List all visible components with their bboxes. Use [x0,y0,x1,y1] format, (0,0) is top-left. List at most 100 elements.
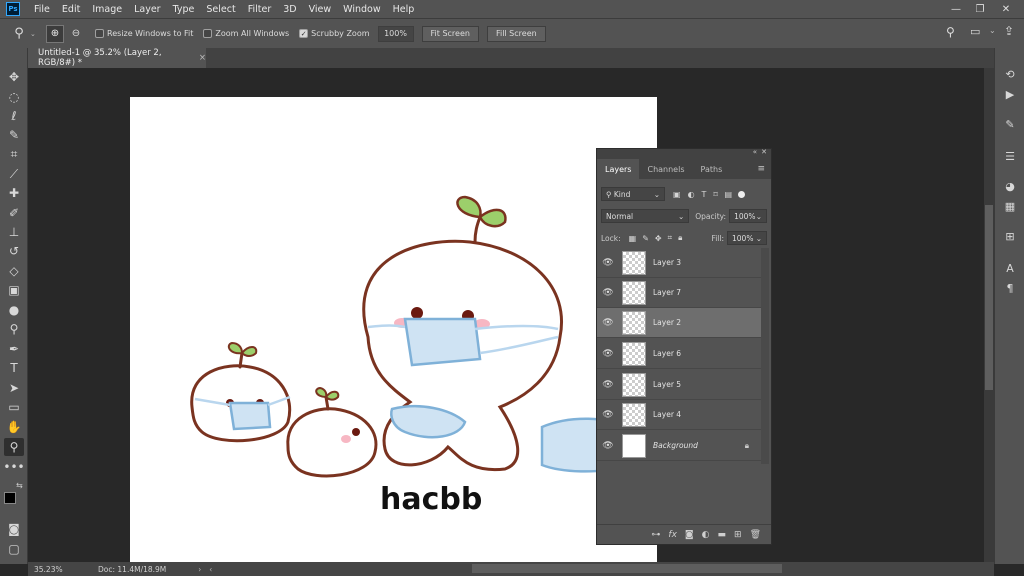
layer-row-layer-4[interactable]: 👁︎ Layer 4 [597,400,761,430]
brush-settings-icon[interactable]: ✎ [1001,116,1019,132]
filter-toggle-icon[interactable] [738,190,746,198]
rectangle-tool-icon[interactable]: ▭ [4,398,24,416]
collapse-panel-icon[interactable]: « [753,148,757,156]
dodge-tool-icon[interactable]: ⚲ [4,320,24,338]
fit-screen-button[interactable]: Fit Screen [421,25,479,42]
lock-image-icon[interactable]: ✎ [642,234,649,243]
lock-transparent-icon[interactable]: ▦ [629,234,637,243]
vertical-scroll-thumb[interactable] [985,205,993,390]
layers-scrollbar[interactable] [761,248,769,464]
menu-type[interactable]: Type [167,4,201,15]
menu-view[interactable]: View [303,4,338,15]
menu-3d[interactable]: 3D [277,4,302,15]
layer-row-layer-5[interactable]: 👁︎ Layer 5 [597,370,761,400]
lock-artboard-icon[interactable]: ⌗ [668,233,673,243]
move-tool-icon[interactable]: ✥ [4,68,24,86]
lock-position-icon[interactable]: ✥ [655,234,662,243]
layer-row-layer-6[interactable]: 👁︎ Layer 6 [597,339,761,369]
type-filter-icon[interactable]: T [702,190,707,199]
quick-selection-tool-icon[interactable]: ✎ [4,126,24,144]
resize-windows-checkbox[interactable] [95,29,104,38]
visibility-eye-icon[interactable]: 👁︎ [597,318,619,328]
history-brush-tool-icon[interactable]: ↺ [4,242,24,260]
layer-row-layer-2[interactable]: 👁︎ Layer 2 [597,308,761,338]
zoom-in-icon[interactable]: ⊕ [46,24,64,43]
menu-file[interactable]: File [28,4,56,15]
menu-select[interactable]: Select [200,4,241,15]
fill-field[interactable]: 100% ⌄ [727,231,767,245]
screen-mode-icon[interactable]: ▢ [4,540,24,558]
zoom-tool-preset-icon[interactable]: ⚲ [8,26,30,41]
smart-object-filter-icon[interactable]: ▤ [725,190,733,199]
scrubby-zoom-option[interactable]: ✓ Scrubby Zoom [299,29,370,38]
kind-filter-select[interactable]: ⚲ Kind ⌄ [601,187,665,201]
brush-tool-icon[interactable]: ✐ [4,204,24,222]
status-arrow-icon[interactable]: › [198,565,201,574]
status-zoom[interactable]: 35.23% [34,565,74,574]
visibility-eye-icon[interactable]: 👁︎ [597,288,619,298]
healing-brush-tool-icon[interactable]: ✚ [4,184,24,202]
link-layers-icon[interactable]: ⊶ [651,530,660,540]
crop-tool-icon[interactable]: ⌗ [4,145,24,163]
gradient-tool-icon[interactable]: ▣ [4,281,24,299]
visibility-eye-icon[interactable]: 👁︎ [597,441,619,451]
pixel-filter-icon[interactable]: ▣ [673,190,681,199]
workspace-chevron-icon[interactable]: ⌄ [989,26,996,35]
clone-stamp-tool-icon[interactable]: ⊥ [4,223,24,241]
menu-window[interactable]: Window [337,4,386,15]
panel-menu-icon[interactable]: ≡ [757,159,765,179]
lock-all-icon[interactable]: 🔒︎ [678,233,682,243]
more-tools-icon[interactable]: ••• [3,458,24,476]
tab-channels[interactable]: Channels [639,159,692,179]
opacity-field[interactable]: 100% ⌄ [729,209,767,223]
add-mask-icon[interactable]: ◙ [685,530,694,540]
actions-panel-icon[interactable]: ▶ [1001,86,1019,102]
type-tool-icon[interactable]: T [4,359,24,377]
shape-filter-icon[interactable]: ⌑ [713,190,717,199]
marquee-tool-icon[interactable]: ◌ [4,88,24,106]
close-panel-icon[interactable]: ✕ [761,148,767,156]
foreground-color-swatch[interactable] [4,492,16,504]
eyedropper-tool-icon[interactable]: ⟋ [4,165,24,183]
hand-tool-icon[interactable]: ✋ [4,418,24,436]
history-panel-icon[interactable]: ⟲ [1001,66,1019,82]
fill-screen-button[interactable]: Fill Screen [486,25,546,42]
photoshop-logo-icon[interactable]: Ps [6,2,20,16]
visibility-eye-icon[interactable]: 👁︎ [597,349,619,359]
tab-layers[interactable]: Layers [597,159,640,179]
scrubby-zoom-checkbox[interactable]: ✓ [299,29,309,38]
menu-help[interactable]: Help [387,4,421,15]
layer-row-layer-7[interactable]: 👁︎ Layer 7 [597,278,761,308]
layer-row-background[interactable]: 👁︎ Background 🔒︎ [597,431,761,461]
properties-panel-icon[interactable]: ☰ [1001,148,1019,164]
swatches-panel-icon[interactable]: ▦ [1001,198,1019,214]
character-panel-icon[interactable]: A [1001,260,1019,276]
zoom-tool-icon[interactable]: ⚲ [4,438,24,456]
menu-filter[interactable]: Filter [242,4,278,15]
scroll-left-icon[interactable]: ‹ [209,565,212,574]
tab-paths[interactable]: Paths [693,159,731,179]
eraser-tool-icon[interactable]: ◇ [4,262,24,280]
adjustment-filter-icon[interactable]: ◐ [688,190,695,199]
adjustment-layer-icon[interactable]: ◐ [702,530,710,540]
blend-mode-select[interactable]: Normal ⌄ [601,209,690,223]
delete-layer-icon[interactable]: 🗑︎ [750,530,761,540]
canvas[interactable]: hacbb [130,97,657,562]
new-layer-icon[interactable]: ⊞ [734,530,742,540]
layer-row-layer-3[interactable]: 👁︎ Layer 3 [597,248,761,278]
visibility-eye-icon[interactable]: 👁︎ [597,410,619,420]
pen-tool-icon[interactable]: ✒ [4,340,24,358]
visibility-eye-icon[interactable]: 👁︎ [597,258,619,268]
search-icon[interactable]: ⚲ [946,25,955,39]
lasso-tool-icon[interactable]: ℓ [4,107,24,125]
new-group-icon[interactable]: ▬ [718,530,727,540]
share-icon[interactable]: ⇪ [1004,24,1014,38]
menu-layer[interactable]: Layer [128,4,167,15]
paragraph-panel-icon[interactable]: ¶ [1001,280,1019,296]
horizontal-scroll-thumb[interactable] [472,564,782,573]
quick-mask-icon[interactable]: ◙ [4,520,24,538]
zoom-all-option[interactable]: Zoom All Windows [203,29,289,38]
color-panel-icon[interactable]: ◕ [1001,178,1019,194]
restore-icon[interactable]: ❐ [966,0,994,18]
zoom-all-checkbox[interactable] [203,29,213,38]
